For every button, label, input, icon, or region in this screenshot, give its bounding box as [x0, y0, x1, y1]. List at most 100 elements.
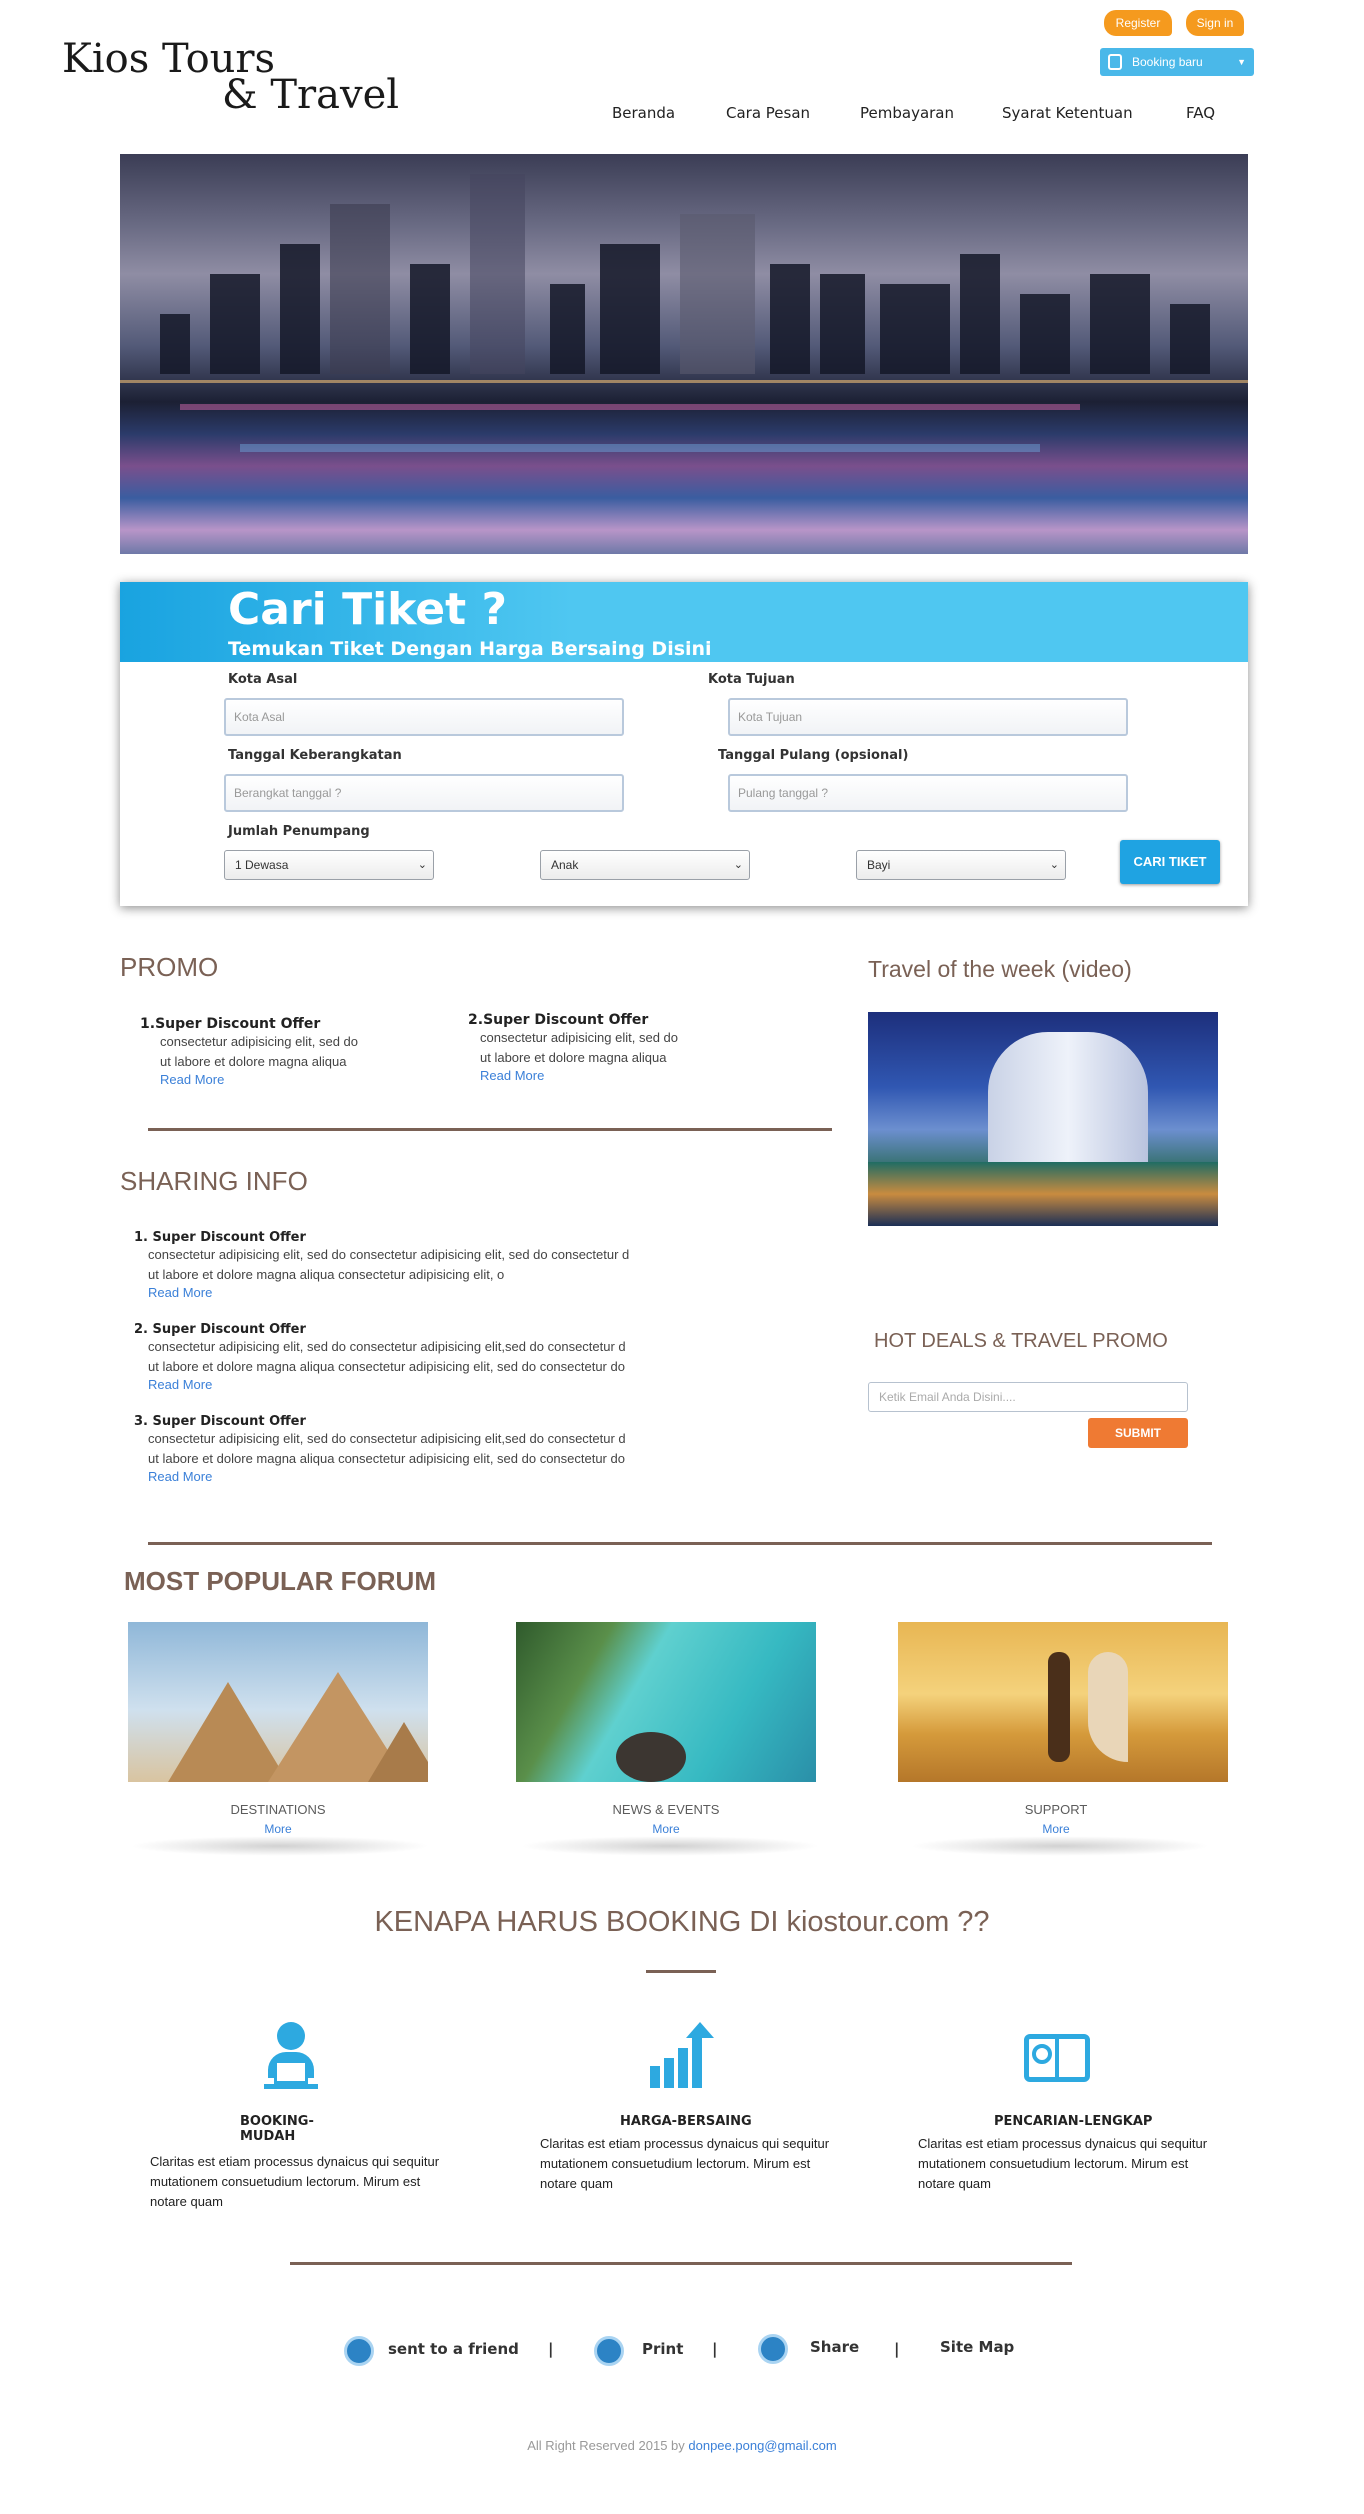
why-text: Claritas est etiam processus dynaicus qu…	[150, 2154, 440, 2209]
divider	[290, 2262, 1072, 2265]
sharing-item-text-2: ut labore et dolore magna aliqua consect…	[148, 1359, 625, 1374]
nav-faq[interactable]: FAQ	[1186, 104, 1215, 122]
forum-title: MOST POPULAR FORUM	[124, 1566, 436, 1596]
share-link[interactable]: Share	[810, 2338, 859, 2356]
forum-shadow	[910, 1836, 1210, 1856]
signin-button[interactable]: Sign in	[1186, 10, 1244, 36]
sharing-item-text-1: consectetur adipisicing elit, sed do con…	[148, 1431, 626, 1446]
why-heading-pencarian: PENCARIAN-LENGKAP	[994, 2114, 1153, 2129]
berangkat-date-input[interactable]: Berangkat tanggal ?	[224, 774, 624, 812]
sharing-read-more-link[interactable]: Read More	[134, 1377, 674, 1392]
penumpang-label: Jumlah Penumpang	[228, 824, 370, 839]
booking-dropdown[interactable]: Booking baru ▼	[1100, 48, 1254, 76]
sharing-title: SHARING INFO	[120, 1166, 308, 1196]
search-card: Cari Tiket ? Temukan Tiket Dengan Harga …	[120, 582, 1248, 906]
print-link[interactable]: Print	[642, 2340, 683, 2358]
printer-icon[interactable]	[594, 2336, 624, 2366]
anak-value: Anak	[551, 858, 579, 872]
divider	[148, 1128, 832, 1131]
author-email-link[interactable]: donpee.pong@gmail.com	[688, 2438, 836, 2453]
search-subtitle: Temukan Tiket Dengan Harga Bersaing Disi…	[228, 638, 712, 660]
sharing-read-more-link[interactable]: Read More	[134, 1285, 674, 1300]
forum-more-link[interactable]: More	[516, 1822, 816, 1836]
footer-separator: |	[548, 2340, 554, 2358]
promo-item-text-1: consectetur adipisicing elit, sed do	[160, 1034, 359, 1049]
dewasa-value: 1 Dewasa	[235, 858, 289, 872]
logo[interactable]: Kios Tours & Travel	[62, 14, 399, 124]
forum-image-news-events[interactable]	[516, 1622, 816, 1782]
mail-icon[interactable]	[344, 2336, 374, 2366]
copyright: All Right Reserved 2015 by donpee.pong@g…	[0, 2438, 1364, 2453]
forum-image-support[interactable]	[898, 1622, 1228, 1782]
kota-tujuan-label: Kota Tujuan	[708, 672, 795, 687]
promo-title: PROMO	[120, 952, 219, 982]
sharing-read-more-link[interactable]: Read More	[134, 1469, 674, 1484]
why-title: KENAPA HARUS BOOKING DI kiostour.com ??	[374, 1906, 990, 1938]
anak-select[interactable]: Anak ⌄	[540, 850, 750, 880]
forum-image-destinations[interactable]	[128, 1622, 428, 1782]
email-input[interactable]: Ketik Email Anda Disini....	[868, 1382, 1188, 1412]
sharing-item: 1. Super Discount Offer consectetur adip…	[134, 1230, 674, 1300]
why-text: Claritas est etiam processus dynaicus qu…	[918, 2136, 1208, 2191]
logo-line-2: & Travel	[222, 72, 400, 118]
sharing-item-title: 2. Super Discount Offer	[134, 1322, 306, 1337]
nav-beranda[interactable]: Beranda	[612, 104, 675, 122]
promo-item-title: 2.Super Discount Offer	[468, 1012, 649, 1028]
sharing-item-text-1: consectetur adipisicing elit, sed do con…	[148, 1247, 630, 1262]
promo-item: 1.Super Discount Offer consectetur adipi…	[140, 1016, 440, 1087]
chevron-down-icon: ⌄	[417, 859, 427, 871]
sitemap-link[interactable]: Site Map	[940, 2338, 1014, 2356]
promo-item-text-2: ut labore et dolore magna aliqua	[160, 1054, 347, 1069]
forum-more-link[interactable]: More	[128, 1822, 428, 1836]
book-search-icon	[1024, 2034, 1090, 2082]
sharing-item: 3. Super Discount Offer consectetur adip…	[134, 1414, 674, 1484]
berangkat-label: Tanggal Keberangkatan	[228, 748, 402, 763]
submit-button[interactable]: SUBMIT	[1088, 1418, 1188, 1448]
promo-read-more-link[interactable]: Read More	[140, 1072, 440, 1087]
sharing-item-title: 1. Super Discount Offer	[134, 1230, 306, 1245]
map-pin-icon	[1108, 54, 1122, 70]
user-laptop-icon	[264, 2022, 318, 2090]
chevron-down-icon: ▼	[1237, 57, 1246, 67]
forum-shadow	[130, 1836, 430, 1856]
divider	[148, 1542, 1212, 1545]
week-title: Travel of the week (video)	[868, 956, 1132, 982]
forum-label: NEWS & EVENTS	[612, 1802, 720, 1817]
register-button[interactable]: Register	[1104, 10, 1172, 36]
bayi-value: Bayi	[867, 858, 891, 872]
promo-item: 2.Super Discount Offer consectetur adipi…	[468, 1012, 768, 1083]
chevron-down-icon: ⌄	[733, 859, 743, 871]
forum-label: DESTINATIONS	[230, 1802, 326, 1817]
promo-item-text-1: consectetur adipisicing elit, sed do	[480, 1030, 679, 1045]
hero-city-image	[120, 154, 1248, 554]
promo-read-more-link[interactable]: Read More	[468, 1068, 768, 1083]
hotdeals-title: HOT DEALS & TRAVEL PROMO	[874, 1330, 1168, 1352]
kota-asal-label: Kota Asal	[228, 672, 298, 687]
footer-separator: |	[712, 2340, 718, 2358]
chevron-down-icon: ⌄	[1049, 859, 1059, 871]
pulang-date-input[interactable]: Pulang tanggal ?	[728, 774, 1128, 812]
forum-more-link[interactable]: More	[906, 1822, 1206, 1836]
share-icon[interactable]	[758, 2334, 788, 2364]
kota-tujuan-input[interactable]: Kota Tujuan	[728, 698, 1128, 736]
sharing-item: 2. Super Discount Offer consectetur adip…	[134, 1322, 674, 1392]
sharing-item-text-2: ut labore et dolore magna aliqua consect…	[148, 1267, 505, 1282]
send-to-friend-link[interactable]: sent to a friend	[388, 2340, 519, 2358]
why-heading-harga: HARGA-BERSAING	[620, 2114, 752, 2129]
forum-label: SUPPORT	[1024, 1802, 1088, 1817]
search-title: Cari Tiket ?	[228, 584, 507, 635]
cari-tiket-button[interactable]: CARI TIKET	[1120, 840, 1220, 884]
bayi-select[interactable]: Bayi ⌄	[856, 850, 1066, 880]
forum-shadow	[520, 1836, 820, 1856]
divider	[646, 1970, 716, 1973]
nav-syarat-ketentuan[interactable]: Syarat Ketentuan	[1002, 104, 1133, 122]
why-text: Claritas est etiam processus dynaicus qu…	[540, 2136, 830, 2191]
sharing-item-text-1: consectetur adipisicing elit, sed do con…	[148, 1339, 626, 1354]
travel-video-thumbnail[interactable]	[868, 1012, 1218, 1226]
sharing-item-text-2: ut labore et dolore magna aliqua consect…	[148, 1451, 625, 1466]
dewasa-select[interactable]: 1 Dewasa ⌄	[224, 850, 434, 880]
nav-pembayaran[interactable]: Pembayaran	[860, 104, 954, 122]
sharing-item-title: 3. Super Discount Offer	[134, 1414, 306, 1429]
nav-cara-pesan[interactable]: Cara Pesan	[726, 104, 810, 122]
kota-asal-input[interactable]: Kota Asal	[224, 698, 624, 736]
